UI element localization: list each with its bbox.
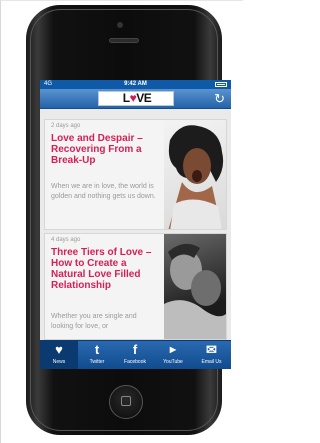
facebook-icon: f bbox=[132, 342, 138, 357]
article-date: 2 days ago bbox=[51, 123, 81, 129]
tab-label: Facebook bbox=[124, 359, 146, 365]
article-thumbnail bbox=[164, 234, 226, 339]
tab-label: Twitter bbox=[89, 359, 105, 365]
article-date: 4 days ago bbox=[51, 237, 81, 243]
tab-facebook[interactable]: f Facebook bbox=[116, 341, 154, 369]
tab-label: YouTube bbox=[163, 359, 183, 365]
tab-youtube[interactable]: ▶ YouTube bbox=[154, 341, 192, 369]
mail-icon: ✉ bbox=[206, 342, 217, 357]
speaker-grille bbox=[109, 38, 139, 43]
heart-icon: ♥ bbox=[55, 342, 63, 357]
app-screen: 4G 9:42 AM L♥VE ↻ 2 days ago Love and De… bbox=[40, 80, 231, 369]
tab-label: Email Us bbox=[201, 359, 222, 365]
article-title[interactable]: Three Tiers of Love – How to Create a Na… bbox=[51, 247, 161, 291]
app-logo: L♥VE bbox=[98, 91, 174, 106]
article-card[interactable]: 4 days ago Three Tiers of Love – How to … bbox=[44, 233, 227, 340]
home-square-icon bbox=[121, 396, 131, 406]
status-bar: 4G 9:42 AM bbox=[40, 80, 231, 89]
youtube-icon: ▶ bbox=[169, 345, 177, 354]
article-excerpt: When we are in love, the world is golden… bbox=[51, 183, 156, 200]
twitter-icon: t bbox=[94, 342, 100, 357]
article-list: 2 days ago Love and Despair – Recovering… bbox=[40, 109, 231, 340]
article-card[interactable]: 2 days ago Love and Despair – Recovering… bbox=[44, 119, 227, 230]
refresh-icon[interactable]: ↻ bbox=[214, 92, 225, 105]
tab-email[interactable]: ✉ Email Us bbox=[192, 341, 231, 369]
tab-twitter[interactable]: t Twitter bbox=[78, 341, 116, 369]
tab-news[interactable]: ♥ News bbox=[40, 341, 78, 369]
camera-icon bbox=[117, 22, 123, 28]
bottom-tab-bar: ♥ News t Twitter f Facebook ▶ YouTube ✉ … bbox=[40, 340, 231, 369]
logo-text-end: VE bbox=[136, 91, 152, 105]
article-title[interactable]: Love and Despair – Recovering From a Bre… bbox=[51, 133, 161, 166]
logo-text-start: L bbox=[122, 91, 130, 105]
clock: 9:42 AM bbox=[124, 81, 147, 87]
top-navbar: L♥VE ↻ bbox=[40, 89, 231, 109]
battery-icon bbox=[215, 82, 227, 87]
article-excerpt: Whether you are single and looking for l… bbox=[51, 313, 137, 330]
tab-label: News bbox=[52, 359, 66, 365]
home-button[interactable] bbox=[109, 385, 143, 419]
article-thumbnail bbox=[164, 120, 226, 229]
